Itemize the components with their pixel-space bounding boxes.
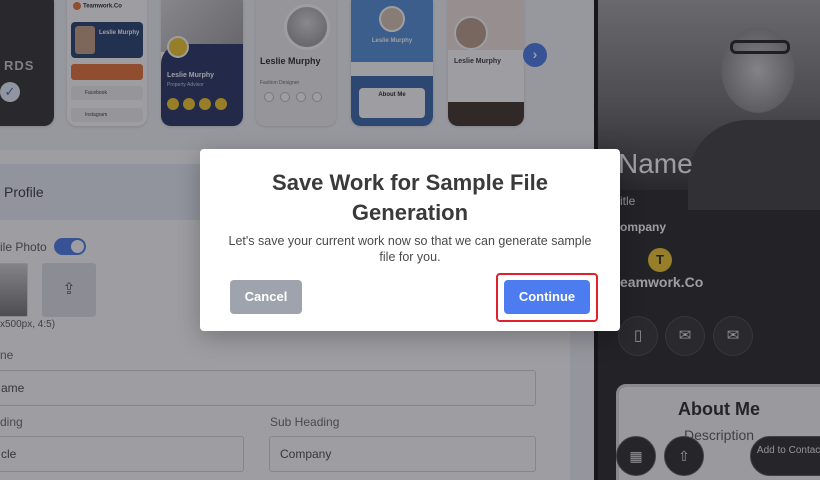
continue-button[interactable]: Continue xyxy=(504,280,590,314)
save-work-dialog: Save Work for Sample File Generation Let… xyxy=(200,149,620,331)
cancel-button[interactable]: Cancel xyxy=(230,280,302,314)
dialog-title: Save Work for Sample File Generation xyxy=(272,170,548,225)
dialog-message: Let's save your current work now so that… xyxy=(228,234,592,264)
